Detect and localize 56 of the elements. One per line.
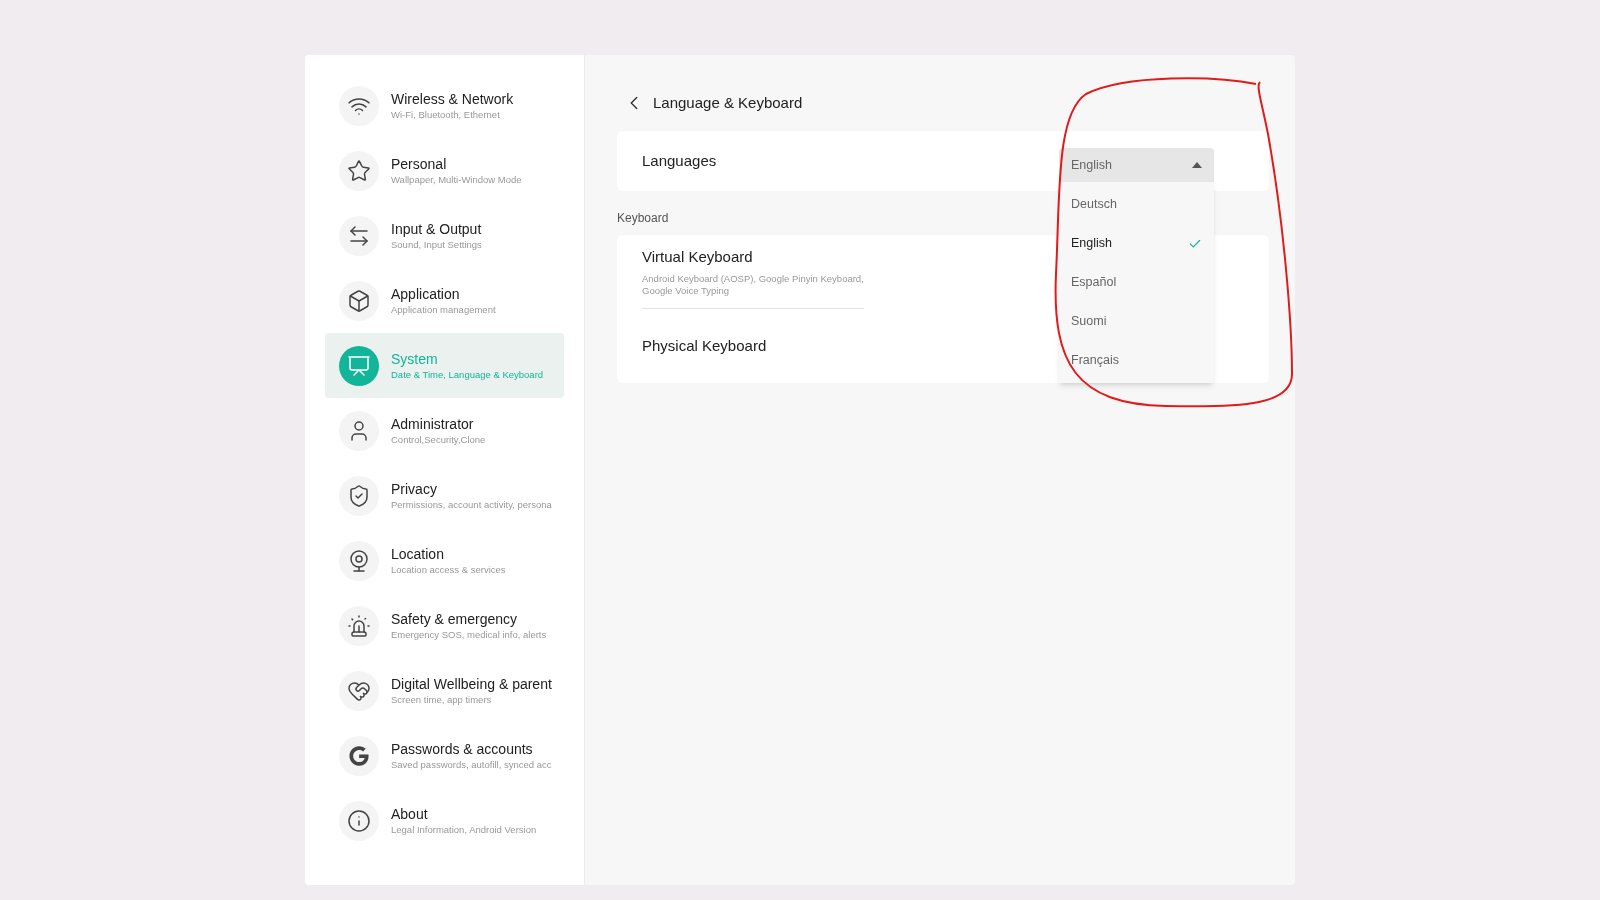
- item-subtitle: Saved passwords, autofill, synced acc: [391, 757, 550, 772]
- caret-icon: [1192, 162, 1202, 168]
- item-subtitle: Emergency SOS, medical info, alerts: [391, 627, 547, 642]
- language-option[interactable]: English: [1059, 224, 1214, 263]
- item-title: System: [391, 349, 439, 368]
- google-g-icon: [349, 745, 369, 766]
- sidebar-item[interactable]: Input & Output Sound, Input Settings: [325, 203, 564, 268]
- language-option[interactable]: Deutsch: [1059, 185, 1214, 224]
- sidebar-item[interactable]: Safety & emergency Emergency SOS, medical info, alerts: [325, 593, 564, 658]
- sidebar-item[interactable]: Application Application management: [325, 268, 564, 333]
- item-subtitle: Date & Time, Language & Keyboard: [391, 367, 544, 382]
- item-subtitle: Sound, Input Settings: [391, 237, 482, 252]
- shield-icon: [347, 483, 371, 508]
- language-option[interactable]: Suomi: [1059, 302, 1214, 341]
- languages-label: Languages: [642, 150, 717, 171]
- item-subtitle: Control,Security,Clone: [391, 432, 486, 447]
- item-title: Wireless & Network: [391, 89, 514, 108]
- keyboard-heading: Keyboard: [617, 210, 670, 227]
- item-title: Passwords & accounts: [391, 739, 534, 758]
- monitor-icon: [347, 353, 371, 378]
- sidebar-item[interactable]: About Legal Information, Android Version: [325, 788, 564, 853]
- item-title: Location: [391, 544, 445, 563]
- star-icon: [347, 158, 371, 183]
- item-title: Personal: [391, 154, 448, 173]
- item-title: Safety & emergency: [391, 609, 519, 628]
- page-title: Language & Keyboard: [653, 92, 803, 113]
- sidebar-item[interactable]: Digital Wellbeing & parent Screen time, app timers: [325, 658, 564, 723]
- sidebar-item[interactable]: Passwords & accounts Saved passwords, autofill, synced acc: [325, 723, 564, 788]
- item-subtitle: Location access & services: [391, 562, 506, 577]
- info-icon: [347, 808, 371, 833]
- item-subtitle: Screen time, app timers: [391, 692, 493, 707]
- siren-icon: [347, 613, 371, 638]
- language-dropdown[interactable]: English: [1059, 148, 1214, 182]
- item-title: Privacy: [391, 479, 438, 498]
- sidebar-item[interactable]: Personal Wallpaper, Multi-Window Mode: [325, 138, 564, 203]
- sidebar-item[interactable]: Administrator Control,Security,Clone: [325, 398, 564, 463]
- item-subtitle: Application management: [391, 302, 496, 317]
- sidebar-item[interactable]: Location Location access & services: [325, 528, 564, 593]
- item-subtitle: Wallpaper, Multi-Window Mode: [391, 172, 522, 187]
- item-title: Administrator: [391, 414, 475, 433]
- language-option[interactable]: Español: [1059, 263, 1214, 302]
- keyboard-row-title[interactable]: Virtual Keyboard: [642, 246, 864, 269]
- sidebar-item[interactable]: Wireless & Network Wi-Fi, Bluetooth, Ethernet: [325, 73, 564, 138]
- item-subtitle: Legal Information, Android Version: [391, 822, 537, 837]
- webcam-icon: [347, 548, 371, 573]
- item-title: About: [391, 804, 429, 823]
- item-subtitle: Permissions, account activity, persona: [391, 497, 550, 512]
- cube-icon: [347, 288, 371, 313]
- sidebar-item[interactable]: Privacy Permissions, account activity, persona: [325, 463, 564, 528]
- arrows-icon: [347, 223, 371, 248]
- item-title: Input & Output: [391, 219, 482, 238]
- item-title: Application: [391, 284, 461, 303]
- item-subtitle: Wi-Fi, Bluetooth, Ethernet: [391, 107, 501, 122]
- keyboard-row-subtitle: Android Keyboard (AOSP), Google Pinyin Keyboard, Google Voice Typing: [642, 272, 864, 297]
- language-option[interactable]: Français: [1059, 341, 1214, 380]
- item-title: Digital Wellbeing & parent: [391, 674, 550, 693]
